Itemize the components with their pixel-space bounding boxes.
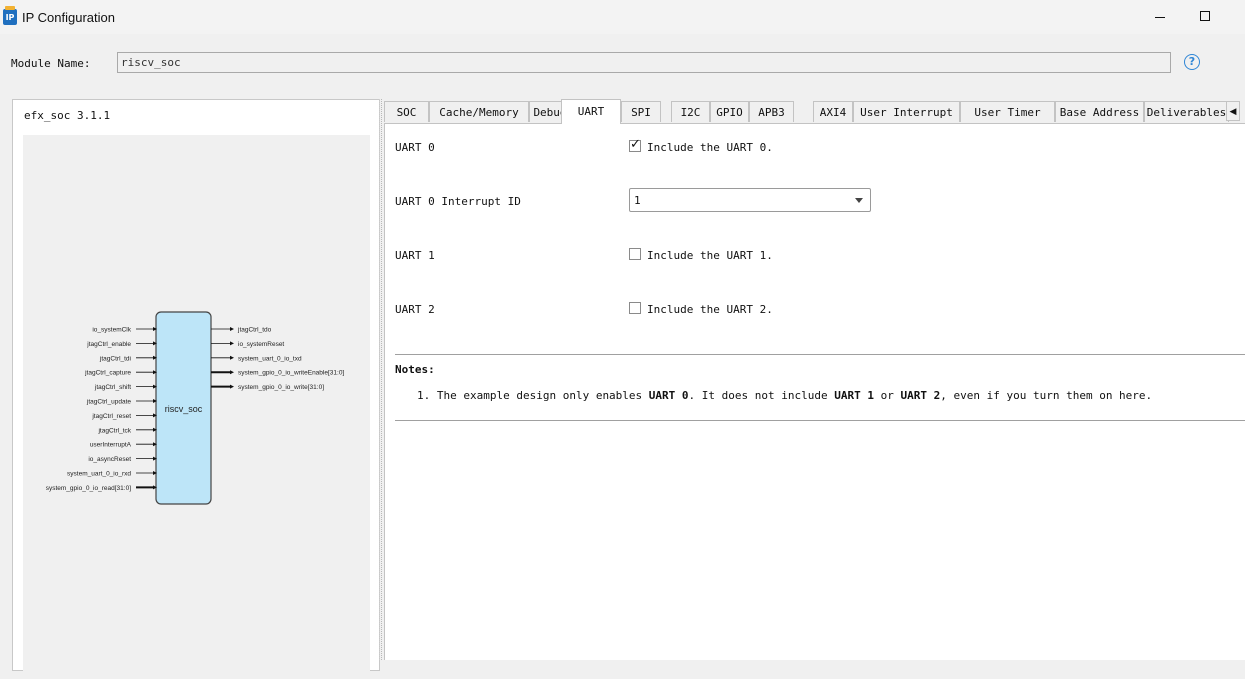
note-bold-uart1: UART 1: [834, 389, 874, 402]
output-port-label: system_gpio_0_io_writeEnable[31:0]: [238, 370, 344, 377]
input-port-label: io_asyncReset: [88, 456, 131, 463]
tab-uart[interactable]: UART: [561, 99, 621, 124]
block-diagram: riscv_socio_systemClkjtagCtrl_enablejtag…: [46, 311, 344, 505]
diagram-canvas: riscv_soc io_systemClk jtagCtrl_enable jtag…: [23, 135, 370, 675]
input-port-label: jtagCtrl_tck: [97, 427, 131, 434]
tab-soc[interactable]: SOC: [384, 101, 429, 122]
input-port-label: system_uart_0_io_rxd: [67, 471, 131, 478]
panel-splitter[interactable]: [381, 99, 383, 660]
output-port-label: system_uart_0_io_txd: [238, 355, 302, 362]
module-name-input[interactable]: riscv_soc: [117, 52, 1171, 73]
tab-scroll-left-icon[interactable]: ◀: [1226, 101, 1240, 121]
uart2-checkbox[interactable]: [629, 302, 641, 314]
block-diagram-panel: efx_soc 3.1.1 riscv_soc io_systemClk jtagC…: [12, 99, 380, 675]
ip-version-label: efx_soc 3.1.1: [24, 109, 111, 122]
uart0-checkbox[interactable]: [629, 137, 641, 152]
note-text-4: , even if you turn them on here.: [940, 389, 1153, 402]
config-panel: SOC Cache/Memory Debug UART SPI I2C GPIO APB3 AX…: [384, 99, 1245, 660]
ip-app-icon: IP: [3, 6, 17, 25]
output-arrow-icon: [230, 355, 234, 360]
tab-base-address[interactable]: Base Address: [1055, 101, 1144, 122]
output-arrow-icon: [230, 384, 234, 389]
note-bold-uart2: UART 2: [900, 389, 941, 402]
uart0-interrupt-select[interactable]: 1: [629, 188, 871, 212]
notes-divider-bottom: [395, 420, 1245, 421]
tab-gpio[interactable]: GPIO: [710, 101, 749, 122]
output-arrow-icon: [230, 370, 234, 375]
title-bar: IP IP Configuration: [0, 0, 1245, 34]
input-port-label: jtagCtrl_update: [86, 399, 131, 406]
note-number: 1.: [417, 389, 431, 402]
uart1-checkbox-label[interactable]: Include the UART 1.: [647, 249, 773, 262]
tab-strip: SOC Cache/Memory Debug UART SPI I2C GPIO APB3 AX…: [384, 99, 1245, 124]
notes-title: Notes:: [395, 363, 435, 376]
note-item: 1. The example design only enables UART …: [417, 389, 1152, 402]
tab-user-interrupt[interactable]: User Interrupt: [853, 101, 960, 122]
module-name-label: Module Name:: [11, 57, 91, 70]
help-icon[interactable]: ?: [1184, 54, 1200, 70]
tab-i2c[interactable]: I2C: [671, 101, 710, 122]
uart-tab-content: UART 0 Include the UART 0. UART 0 Interr…: [384, 123, 1245, 660]
minimize-icon[interactable]: [1137, 0, 1183, 34]
uart1-label: UART 1: [395, 249, 435, 262]
output-port-label: io_systemReset: [238, 341, 284, 348]
output-port-label: system_gpio_0_io_write[31:0]: [238, 384, 324, 391]
tab-user-timer[interactable]: User Timer: [960, 101, 1055, 122]
note-text-1: The example design only enables: [436, 389, 649, 402]
uart0-interrupt-value: 1: [634, 194, 641, 207]
note-bold-uart0: UART 0: [648, 389, 689, 402]
tab-deliverables[interactable]: Deliverables: [1144, 101, 1229, 122]
window-title: IP Configuration: [22, 10, 115, 25]
uart0-checkbox-label[interactable]: Include the UART 0.: [647, 141, 773, 154]
uart0-interrupt-label: UART 0 Interrupt ID: [395, 195, 521, 208]
input-port-label: system_gpio_0_io_read[31:0]: [46, 485, 131, 492]
output-arrow-icon: [230, 327, 234, 331]
input-port-label: userInterruptA: [90, 442, 132, 449]
uart2-label: UART 2: [395, 303, 435, 316]
output-arrow-icon: [230, 341, 234, 346]
maximize-icon[interactable]: [1182, 0, 1228, 34]
chevron-down-icon: [855, 198, 863, 203]
uart0-label: UART 0: [395, 141, 435, 154]
note-text-3: or: [874, 389, 901, 402]
soc-block-label: riscv_soc: [165, 404, 203, 414]
tab-apb3[interactable]: APB3: [749, 101, 794, 122]
note-text-2: . It does not include: [688, 389, 835, 402]
input-port-label: jtagCtrl_tdi: [99, 355, 131, 362]
input-port-label: jtagCtrl_shift: [94, 384, 131, 391]
input-port-label: io_systemClk: [92, 327, 131, 334]
tab-axi4[interactable]: AXI4: [813, 101, 853, 122]
input-port-label: jtagCtrl_reset: [91, 413, 131, 420]
uart1-checkbox[interactable]: [629, 248, 641, 260]
tab-cache-memory[interactable]: Cache/Memory: [429, 101, 529, 122]
tab-spi[interactable]: SPI: [621, 101, 661, 122]
notes-divider-top: [395, 354, 1245, 355]
output-port-label: jtagCtrl_tdo: [237, 327, 272, 334]
input-port-label: jtagCtrl_capture: [84, 370, 131, 377]
uart2-checkbox-label[interactable]: Include the UART 2.: [647, 303, 773, 316]
input-port-label: jtagCtrl_enable: [86, 341, 131, 348]
